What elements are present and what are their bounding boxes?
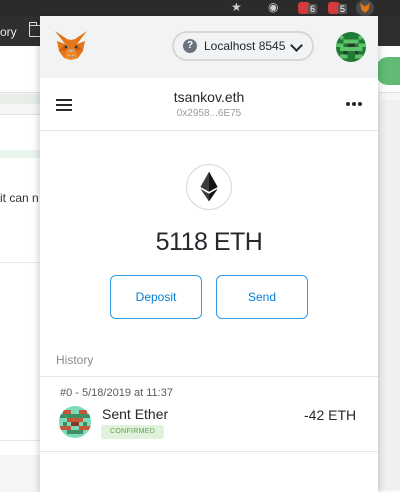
transaction-amount: -42 ETH <box>304 407 357 423</box>
metamask-fox-icon[interactable] <box>356 0 374 16</box>
extension-badge-count: 5 <box>338 4 348 14</box>
extension-badge-count: 6 <box>308 4 318 14</box>
page-divider <box>0 262 40 263</box>
avatar-identicon[interactable] <box>336 32 366 62</box>
metamask-fox-icon <box>55 31 87 60</box>
account-name[interactable]: tsankov.eth <box>40 89 378 105</box>
transaction-date: #0 - 5/18/2019 at 11:37 <box>60 387 173 399</box>
page-divider <box>0 440 40 441</box>
transaction-action: Sent Ether <box>102 406 169 422</box>
app-header: ? Localhost 8545 <box>40 16 378 78</box>
bookmark-item[interactable]: ory <box>0 25 17 39</box>
status-badge: CONFIRMED <box>101 425 165 439</box>
send-button[interactable]: Send <box>216 275 308 319</box>
page-card-highlight <box>0 150 40 158</box>
extension-icon[interactable]: ◉ <box>268 0 278 14</box>
page-partial-text: it can n <box>0 191 39 205</box>
chevron-down-icon <box>290 39 303 52</box>
transaction-identicon <box>59 406 91 438</box>
history-title: History <box>56 353 94 367</box>
help-icon: ? <box>183 39 197 53</box>
metamask-popup: ? Localhost 8545 tsankov.eth 0x2958...6E… <box>40 16 378 492</box>
page-card <box>0 114 40 455</box>
network-label: Localhost 8545 <box>204 39 286 53</box>
page-action-button[interactable] <box>376 57 400 85</box>
account-address[interactable]: 0x2958...6E75 <box>40 108 378 119</box>
page-strip <box>0 94 40 104</box>
deposit-button[interactable]: Deposit <box>110 275 202 319</box>
network-selector[interactable]: ? Localhost 8545 <box>172 31 314 61</box>
star-icon[interactable]: ★ <box>231 0 242 14</box>
page-scroll-area <box>378 100 400 490</box>
account-bar: tsankov.eth 0x2958...6E75 <box>40 78 378 131</box>
more-options-icon[interactable] <box>346 102 362 106</box>
ethereum-logo-icon <box>186 164 232 210</box>
account-balance: 5118 ETH <box>155 228 263 256</box>
transaction-row[interactable]: #0 - 5/18/2019 at 11:37 Sent Ether CONFI… <box>40 377 378 452</box>
